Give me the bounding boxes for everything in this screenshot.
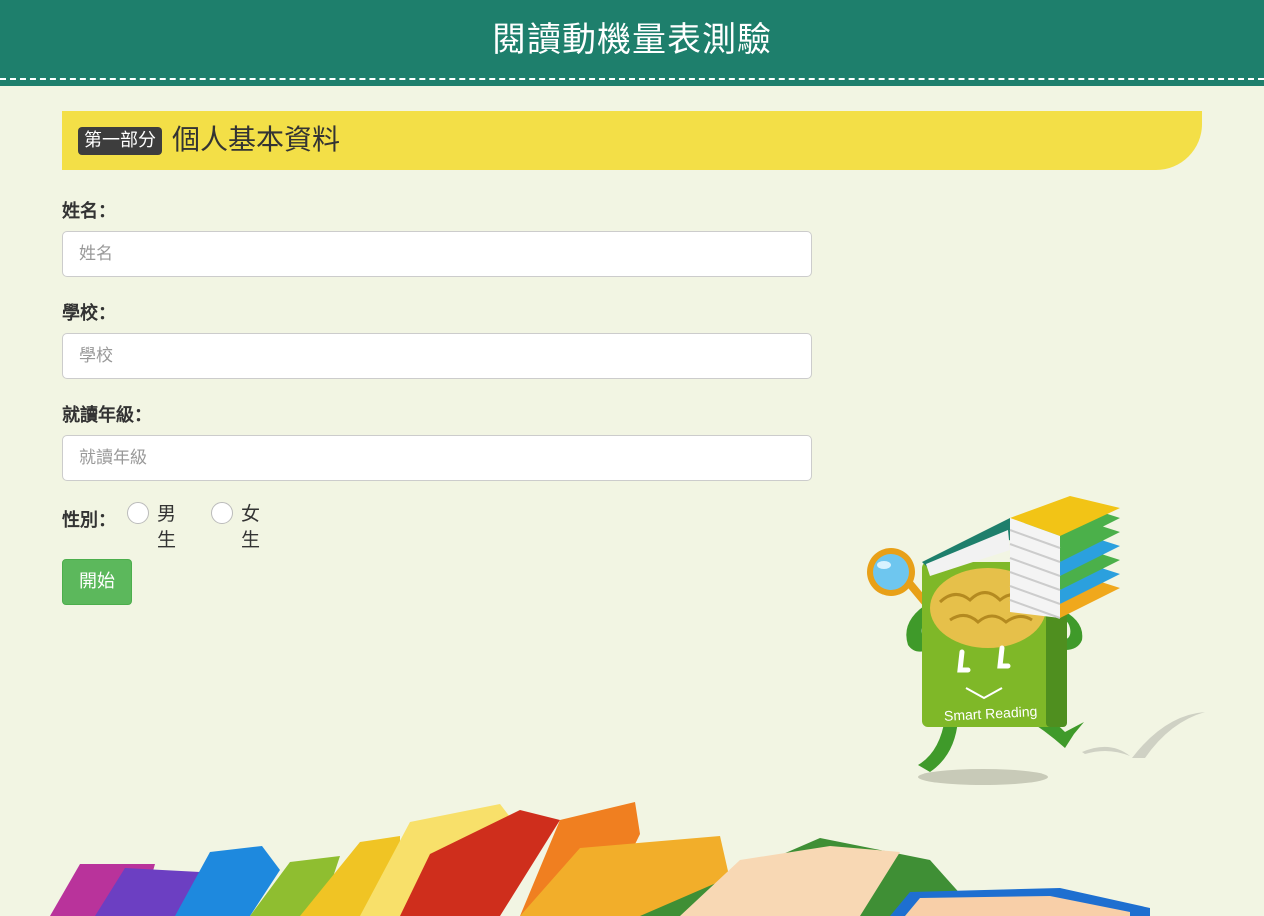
section-title: 個人基本資料 [172,123,341,156]
smart-reading-mascot-image: Smart Reading [867,496,1205,785]
books-decoration-image [50,802,1150,916]
gender-label-female[interactable]: 女生 [241,501,260,553]
section-header: 第一部分 個人基本資料 [62,111,1202,170]
gender-label: 性別： [62,510,116,531]
page-title: 閱讀動機量表測驗 [492,20,772,60]
name-input[interactable] [62,231,812,277]
grade-label: 就讀年級： [62,405,152,426]
start-button[interactable]: 開始 [62,559,132,605]
school-label: 學校： [62,303,116,324]
section-badge: 第一部分 [78,127,162,155]
gender-radio-male[interactable] [127,502,149,524]
gender-radio-female[interactable] [211,502,233,524]
header-dashed-divider [0,78,1264,80]
name-label: 姓名： [62,201,116,222]
page-header: 閱讀動機量表測驗 [0,0,1264,86]
grade-input[interactable] [62,435,812,481]
school-input[interactable] [62,333,812,379]
gender-label-male[interactable]: 男生 [157,501,176,553]
